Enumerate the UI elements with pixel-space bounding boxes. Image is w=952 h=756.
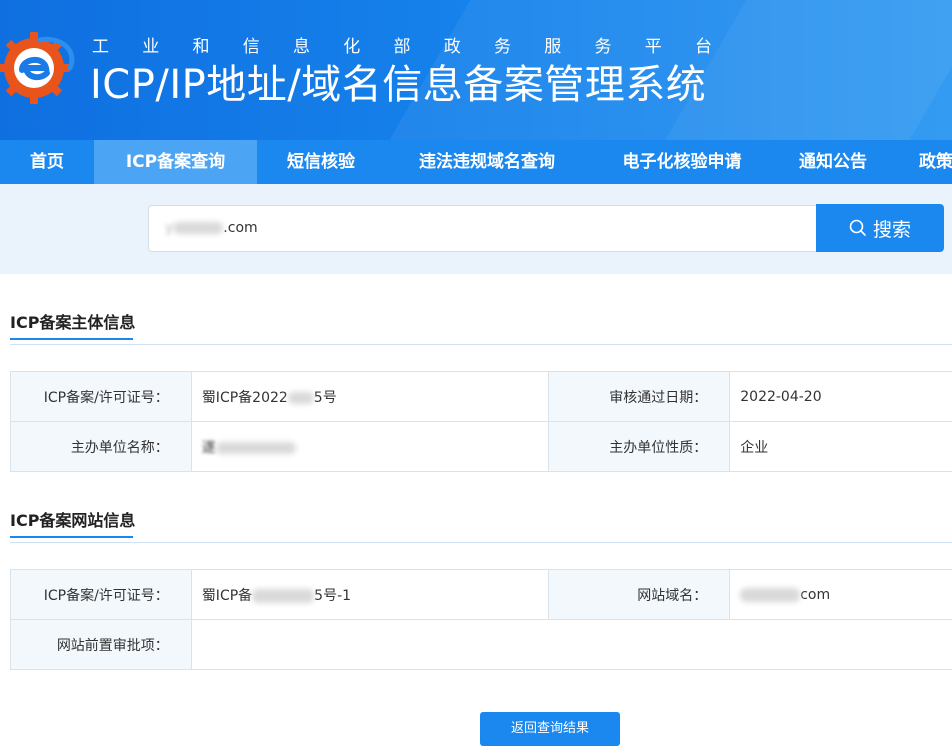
org-name-value: 遂 — [190, 421, 550, 472]
subtitle-char: 工 — [92, 37, 109, 57]
subtitle-char: 务 — [594, 37, 612, 57]
gear-e-logo-icon — [0, 32, 75, 104]
table-row: ICP备案/许可证号： 蜀ICP备2022 5号 审核通过日期： 2022-04-… — [10, 371, 952, 422]
nav-item-4[interactable]: 电子化核验申请 — [589, 140, 775, 184]
subtitle-char: 务 — [494, 37, 511, 57]
subtitle-char: 息 — [293, 37, 310, 57]
subtitle-char: 服 — [544, 37, 562, 57]
website-info-table: ICP备案/许可证号： 蜀ICP备 5号-1 网站域名： com 网站前置审批项： — [10, 569, 952, 670]
site-header: 工 业 和 信 息 化 部 政 务 服 务 平 台 ICP/IP地址/域名信息备案管理系统 — [0, 0, 952, 140]
nav-item-1[interactable]: ICP备案查询 — [94, 140, 257, 184]
search-button-label: 搜索 — [872, 218, 911, 241]
search-input[interactable]: y .com — [148, 205, 817, 252]
back-to-results-button[interactable]: 返回查询结果 — [480, 712, 620, 746]
subtitle-char: 业 — [142, 37, 160, 57]
section-underline — [10, 536, 133, 538]
org-name-label: 主办单位名称： — [10, 421, 192, 472]
subtitle-char: 部 — [393, 37, 411, 57]
table-row: 网站前置审批项： — [10, 619, 952, 670]
domain-value: com — [729, 569, 952, 620]
subject-info-table: ICP备案/许可证号： 蜀ICP备2022 5号 审核通过日期： 2022-04-… — [10, 371, 952, 472]
org-name-prefix: 遂 — [201, 439, 216, 456]
subtitle-char: 信 — [242, 37, 260, 57]
prior-approval-value — [190, 619, 952, 670]
subject-section-title-text: ICP备案主体信息 — [10, 313, 136, 332]
subtitle-char: 平 — [644, 37, 662, 57]
section-underline — [10, 338, 133, 340]
main-nav: 首页 ICP备案查询 短信核验 违法违规域名查询 电子化核验申请 通知公告 政策 — [0, 140, 952, 184]
nav-item-3[interactable]: 违法违规域名查询 — [385, 140, 589, 184]
section-divider — [10, 344, 952, 345]
prior-approval-label: 网站前置审批项： — [10, 619, 192, 670]
subtitle-char: 政 — [443, 37, 461, 57]
license-value: 蜀ICP备2022 5号 — [190, 371, 550, 422]
search-value-prefix: y — [165, 220, 174, 236]
domain-suffix: com — [800, 586, 831, 603]
search-value-suffix: .com — [223, 220, 258, 236]
section-divider — [10, 542, 952, 543]
website-license-prefix: 蜀ICP备 — [201, 587, 253, 604]
redacted-text — [740, 587, 801, 602]
license-prefix: 蜀ICP备2022 — [201, 389, 288, 406]
table-row: 主办单位名称： 遂 主办单位性质： 企业 — [10, 421, 952, 472]
subtitle-char: 和 — [192, 37, 210, 57]
nav-item-6[interactable]: 政策 — [891, 140, 952, 184]
nav-item-5[interactable]: 通知公告 — [775, 140, 891, 184]
subtitle-char: 化 — [343, 37, 361, 57]
website-license-label: ICP备案/许可证号： — [10, 569, 192, 620]
website-license-value: 蜀ICP备 5号-1 — [190, 569, 550, 620]
approval-date-label: 审核通过日期： — [548, 371, 731, 422]
domain-label: 网站域名： — [548, 569, 731, 620]
website-section-title: ICP备案网站信息 — [10, 507, 136, 538]
nav-item-0[interactable]: 首页 — [0, 140, 94, 184]
search-band: y .com 搜索 — [0, 184, 952, 274]
redacted-text — [287, 391, 314, 404]
subject-section-title: ICP备案主体信息 — [10, 309, 136, 340]
license-label: ICP备案/许可证号： — [10, 371, 192, 422]
search-button[interactable]: 搜索 — [816, 204, 944, 252]
subtitle-char: 台 — [695, 37, 712, 57]
website-license-suffix: 5号-1 — [314, 587, 352, 604]
redacted-text — [215, 441, 296, 454]
website-section-title-text: ICP备案网站信息 — [10, 511, 136, 530]
nav-item-2[interactable]: 短信核验 — [257, 140, 385, 184]
redacted-text — [173, 222, 224, 234]
ministry-subtitle: 工业和信息化部政务服务平台 — [92, 36, 712, 58]
org-type-value: 企业 — [729, 421, 952, 472]
org-type-label: 主办单位性质： — [548, 421, 731, 472]
system-title: ICP/IP地址/域名信息备案管理系统 — [90, 62, 707, 108]
table-row: ICP备案/许可证号： 蜀ICP备 5号-1 网站域名： com — [10, 569, 952, 620]
redacted-text — [252, 588, 315, 603]
approval-date-value: 2022-04-20 — [729, 371, 952, 422]
license-suffix: 5号 — [313, 389, 337, 406]
search-icon — [849, 219, 866, 236]
